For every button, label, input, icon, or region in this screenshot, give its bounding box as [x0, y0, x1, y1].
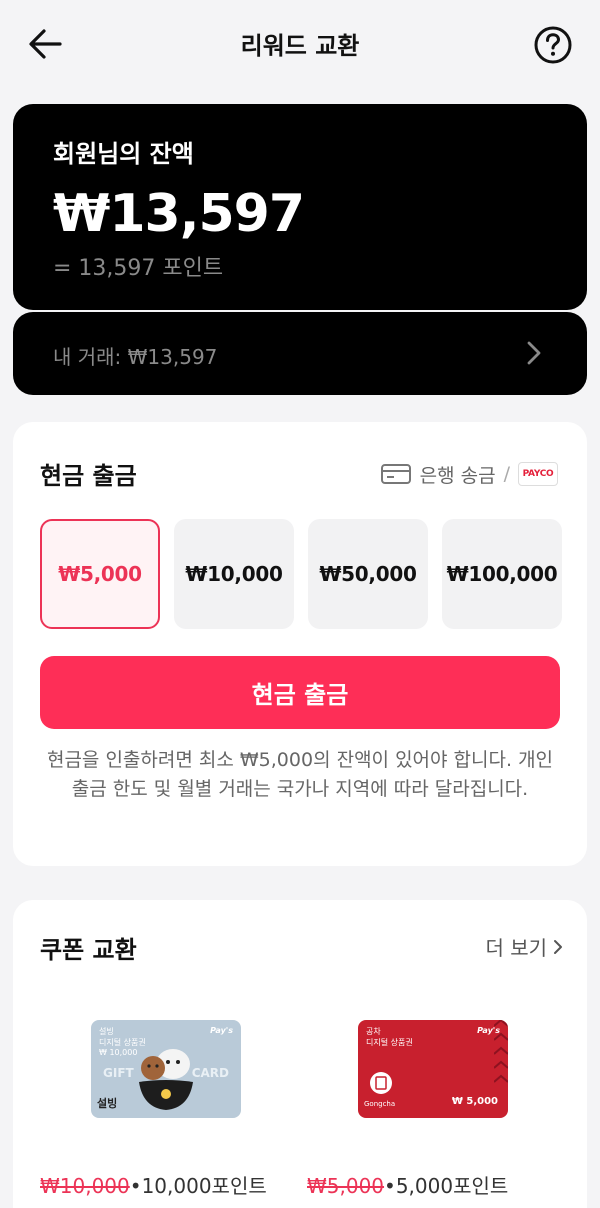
mascot-illustration [139, 1049, 193, 1110]
help-button[interactable] [532, 24, 574, 66]
amount-options: ₩5,000 ₩10,000 ₩50,000 ₩100,000 [40, 519, 562, 629]
card-brand-label: 설빙 [99, 1027, 114, 1036]
card-brand-label: 공차 [366, 1027, 381, 1036]
coupon-price-gongcha: ₩5,000•5,000포인트 [307, 1170, 508, 1199]
transactions-row[interactable]: 내 거래: ₩13,597 [13, 312, 587, 395]
coupon-price-sulbing: ₩10,000•10,000포인트 [40, 1170, 267, 1199]
original-price: ₩10,000 [40, 1174, 130, 1198]
price-dot: • [384, 1174, 396, 1198]
card-sub-label: 디지털 상품권 [366, 1038, 413, 1047]
amount-option-100000[interactable]: ₩100,000 [442, 519, 562, 629]
original-price: ₩5,000 [307, 1174, 385, 1198]
card-card-word: CARD [191, 1066, 229, 1080]
app-header: 리워드 교환 [0, 0, 600, 88]
withdraw-notice: 현금을 인출하려면 최소 ₩5,000의 잔액이 있어야 합니다. 개인 출금 … [46, 749, 554, 800]
page-title: 리워드 교환 [240, 32, 360, 60]
points-price: 10,000포인트 [141, 1174, 267, 1198]
see-more-link[interactable]: 더 보기 [485, 932, 563, 961]
pattern-decoration [494, 1020, 508, 1083]
payment-methods: 은행 송금 / PAYCO [380, 460, 558, 488]
cash-out-section: 현금 출금 은행 송금 / PAYCO ₩5,000 ₩10,000 ₩50,0… [13, 422, 587, 866]
amount-option-50000[interactable]: ₩50,000 [308, 519, 428, 629]
balance-label: 회원님의 잔액 [53, 140, 194, 168]
card-value: ₩ 5,000 [451, 1096, 498, 1107]
coupon-exchange-section: 쿠폰 교환 더 보기 설빙 디지털 상품권 ₩ 10,000 Pay's GIF… [13, 900, 587, 1208]
gongcha-logo-icon [370, 1072, 392, 1094]
card-gift-word: GIFT [103, 1066, 134, 1080]
payco-logo: PAYCO [518, 462, 558, 486]
transactions-label: 내 거래: ₩13,597 [53, 345, 218, 369]
bank-transfer-label: 은행 송금 [419, 464, 496, 487]
card-pay-tag: Pay's [210, 1026, 233, 1035]
balance-amount: ₩13,597 [53, 184, 305, 244]
coupon-item-sulbing[interactable]: 설빙 디지털 상품권 ₩ 10,000 Pay's GIFT CARD 설빙 [91, 1020, 241, 1118]
credit-card-icon [380, 464, 411, 484]
card-logo-text: 설빙 [97, 1097, 118, 1110]
card-value: ₩ 10,000 [99, 1048, 138, 1057]
coupon-item-gongcha[interactable]: 공차 디지털 상품권 Pay's Gongcha ₩ 5,000 [358, 1020, 508, 1118]
see-more-label: 더 보기 [485, 936, 547, 960]
amount-option-10000[interactable]: ₩10,000 [174, 519, 294, 629]
chevron-right-icon [527, 341, 541, 365]
coupon-title: 쿠폰 교환 [40, 936, 137, 964]
cash-out-title: 현금 출금 [40, 462, 137, 490]
balance-points: = 13,597 포인트 [53, 256, 224, 281]
chevron-right-icon [554, 939, 562, 954]
withdraw-cash-button[interactable]: 현금 출금 [40, 656, 560, 729]
question-circle-icon [534, 26, 572, 64]
amount-option-5000[interactable]: ₩5,000 [40, 519, 160, 629]
points-price: 5,000포인트 [395, 1174, 509, 1198]
card-logo-text: Gongcha [364, 1100, 396, 1108]
balance-card: 회원님의 잔액 ₩13,597 = 13,597 포인트 [13, 104, 587, 310]
method-separator: / [503, 463, 510, 485]
price-dot: • [129, 1174, 142, 1198]
gongcha-gift-card-image: 공차 디지털 상품권 Pay's Gongcha ₩ 5,000 [358, 1020, 508, 1118]
sulbing-gift-card-image: 설빙 디지털 상품권 ₩ 10,000 Pay's GIFT CARD 설빙 [91, 1020, 241, 1118]
